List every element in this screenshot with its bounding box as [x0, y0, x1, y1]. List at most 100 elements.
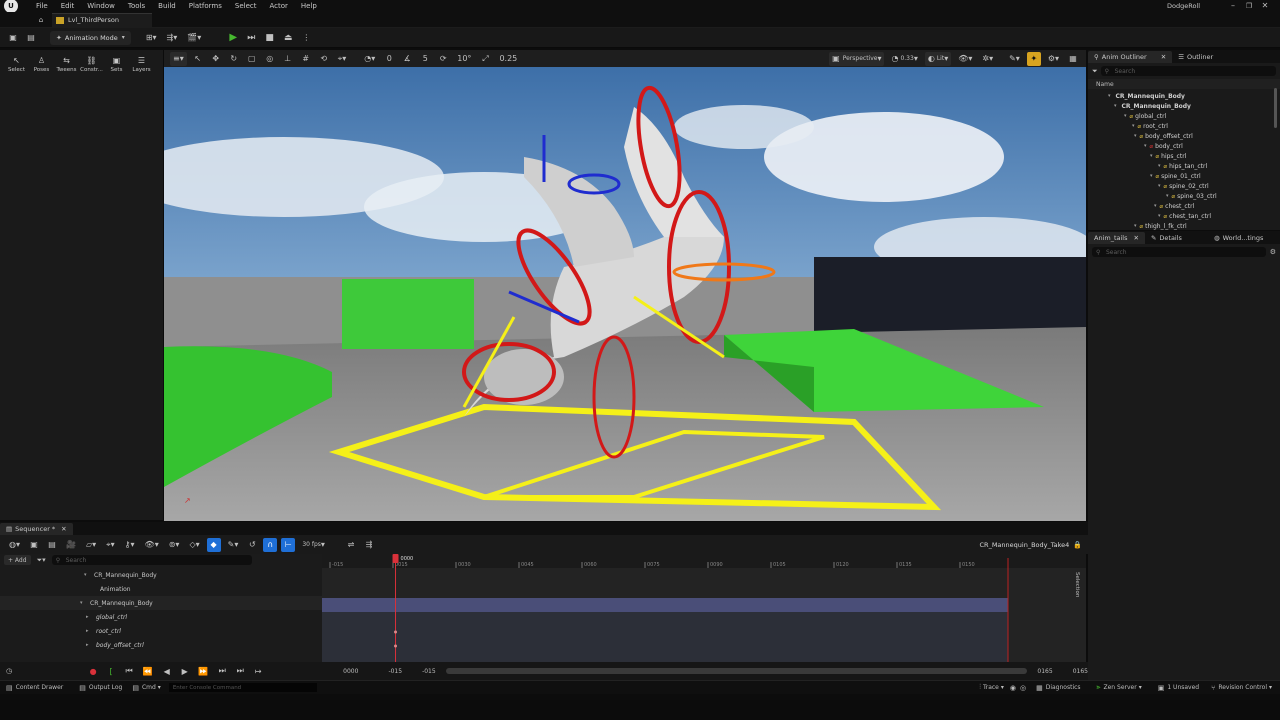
selection-side-tab[interactable]: Selection [1074, 572, 1080, 597]
keyframe-tool-icon[interactable]: ⚷▾ [122, 538, 138, 552]
rotate-icon[interactable]: ↻ [227, 52, 241, 66]
sequencer-track[interactable]: Animation [0, 582, 322, 596]
diagnostics-icon[interactable]: ▦ [1036, 684, 1043, 692]
scale-icon[interactable]: ▢ [245, 52, 259, 66]
expand-arrow-icon[interactable]: ▾ [84, 572, 90, 578]
expand-arrow-icon[interactable]: ▾ [1114, 103, 1117, 109]
auto-key-icon[interactable]: ◆ [206, 537, 221, 552]
expand-arrow-icon[interactable]: ▸ [86, 614, 92, 620]
anim-tool-4[interactable]: ▣ Sets [104, 56, 129, 73]
timeline-svg[interactable]: -015 0015 0030 0045 0060 0075 0090 0105 0120 0135… [322, 554, 1086, 662]
scale-snap-value[interactable]: 0.25 [496, 52, 520, 66]
outliner-item[interactable]: ▾ ⌀ hips_ctrl [1088, 151, 1280, 161]
outliner-item[interactable]: ▾ ⌀ body_offset_ctrl [1088, 131, 1280, 141]
anim-tool-0[interactable]: ↖ Select [4, 56, 29, 73]
outliner-item[interactable]: ▾ ⌀ root_ctrl [1088, 121, 1280, 131]
snap-magnet-icon[interactable]: ∩ [263, 537, 278, 552]
transform-icon[interactable]: ⌖▾ [103, 538, 118, 552]
cinematics-icon[interactable]: 🎬▾ [184, 31, 204, 45]
expand-arrow-icon[interactable]: ▾ [1150, 153, 1153, 159]
range-scrollbar[interactable] [445, 668, 1028, 674]
select-mode-icon[interactable]: ↖ [191, 52, 205, 66]
viewport-menu-icon[interactable]: ≡▾ [170, 51, 187, 66]
zen-icon[interactable]: ⫸ [1097, 683, 1101, 692]
sequencer-track[interactable]: ▸ root_ctrl [0, 624, 322, 638]
maximize-icon[interactable]: ❐ [1241, 2, 1257, 10]
expand-arrow-icon[interactable]: ▾ [1158, 213, 1161, 219]
save-icon[interactable]: ▣ [6, 31, 20, 45]
pause-icon[interactable]: ◎ [1020, 684, 1026, 692]
revision-control-icon[interactable]: ⑂ [1211, 684, 1215, 692]
expand-arrow-icon[interactable]: ▸ [86, 642, 92, 648]
outliner-item[interactable]: ▾ ⌀ body_ctrl [1088, 141, 1280, 151]
output-log-button[interactable]: Output Log [89, 684, 122, 691]
level-tab[interactable]: Lvl_ThirdPerson [52, 12, 152, 27]
perspective-dropdown[interactable]: ▣ Perspective ▾ [829, 51, 885, 66]
revision-control-button[interactable]: Revision Control [1218, 684, 1267, 691]
outliner-item[interactable]: ▾ ⌀ hips_tan_ctrl [1088, 161, 1280, 171]
close-icon[interactable]: ✕ [1133, 234, 1138, 242]
mode-dropdown[interactable]: ✦ Animation Mode ▾ [50, 30, 131, 45]
level-viewport[interactable]: ↗ [164, 67, 1086, 521]
world-icon[interactable]: ◍▾ [6, 538, 23, 552]
selected-track-bar[interactable] [322, 598, 1008, 612]
track-area[interactable] [322, 612, 1008, 662]
expand-arrow-icon[interactable]: ▾ [1154, 203, 1157, 209]
tab-anim-details[interactable]: Anim_tails ✕ [1088, 231, 1145, 244]
save-icon[interactable]: ▣ [27, 538, 41, 552]
stop-button[interactable]: ■ [262, 31, 277, 45]
play-forward-button[interactable]: ▶ [178, 664, 192, 678]
curve-tool-icon[interactable]: ✎▾ [225, 538, 242, 552]
range-start-2[interactable]: -015 [422, 668, 436, 675]
content-drawer-icon[interactable]: ▤ [6, 684, 13, 692]
reverse-button[interactable]: ◀ [160, 664, 174, 678]
sequencer-track[interactable]: ▸ global_ctrl [0, 610, 322, 624]
zero-value[interactable]: 0 [382, 52, 396, 66]
content-browser-icon[interactable]: ▤ [24, 31, 38, 45]
close-icon[interactable]: ✕ [1161, 53, 1166, 61]
rotate-snap-icon[interactable]: ⟲ [317, 52, 331, 66]
show-flags-icon[interactable]: 👁▾ [955, 52, 975, 66]
tab-world-settings[interactable]: ◍ World...tings [1208, 232, 1269, 244]
rotation-snap-icon[interactable]: ⟳ [436, 52, 450, 66]
render-icon[interactable]: 🎥 [63, 538, 79, 552]
outliner-item[interactable]: ▾ ⌀ thigh_l_fk_ctrl [1088, 221, 1280, 231]
outliner-item[interactable]: ▾ CR_Mannequin_Body [1088, 101, 1280, 111]
sequencer-track[interactable]: ▸ body_offset_ctrl [0, 638, 322, 652]
record-button[interactable]: ● [86, 664, 100, 678]
home-icon[interactable]: ⌂ [36, 16, 46, 24]
play-button[interactable]: ▶ [226, 31, 240, 45]
stagger-icon[interactable]: ⇶ [362, 538, 376, 552]
sequencer-track[interactable]: ▾ CR_Mannequin_Body [0, 596, 322, 610]
camera-speed-icon[interactable]: ⌖▾ [335, 52, 350, 66]
record-icon[interactable]: ◉ [1010, 684, 1016, 692]
menu-item-actor[interactable]: Actor [270, 2, 288, 10]
details-search-input[interactable]: ⚲ Search [1092, 247, 1266, 257]
surface-snap-icon[interactable]: ⊥ [281, 52, 295, 66]
tab-outliner[interactable]: ☰ Outliner [1172, 51, 1219, 63]
add-track-button[interactable]: + Add [4, 555, 31, 565]
outliner-scrollbar[interactable] [1274, 88, 1277, 128]
layout-icon[interactable]: ▦ [1066, 52, 1080, 66]
menu-item-file[interactable]: File [36, 2, 48, 10]
settings-gear-icon[interactable]: ⚙ [1270, 248, 1276, 256]
sequencer-timeline[interactable]: -015 0015 0030 0045 0060 0075 0090 0105 0120 0135… [322, 554, 1086, 662]
menu-item-help[interactable]: Help [301, 2, 317, 10]
expand-arrow-icon[interactable]: ▸ [86, 628, 92, 634]
playhead-handle[interactable] [392, 554, 399, 563]
next-key-button[interactable]: ⏭ [215, 664, 229, 678]
outliner-item[interactable]: ▾ ⌀ chest_ctrl [1088, 201, 1280, 211]
expand-arrow-icon[interactable]: ▾ [1144, 143, 1147, 149]
snap-value[interactable]: 5 [418, 52, 432, 66]
cmd-dropdown[interactable]: Cmd [142, 684, 156, 691]
tab-anim-outliner[interactable]: ⚲ Anim Outliner ✕ [1088, 50, 1173, 63]
effects-icon[interactable]: ✲▾ [979, 52, 996, 66]
realtime-icon[interactable]: ◔▾ [361, 52, 378, 66]
menu-item-tools[interactable]: Tools [128, 2, 145, 10]
lock-icon[interactable]: 🔒 [1073, 541, 1082, 549]
expand-arrow-icon[interactable]: ▾ [1108, 93, 1111, 99]
anim-tool-5[interactable]: ☰ Layers [129, 56, 154, 73]
range-end[interactable]: 0165 [1037, 668, 1052, 675]
anim-tool-1[interactable]: ♙ Poses [29, 56, 54, 73]
keyframe-marker[interactable] [394, 644, 398, 648]
